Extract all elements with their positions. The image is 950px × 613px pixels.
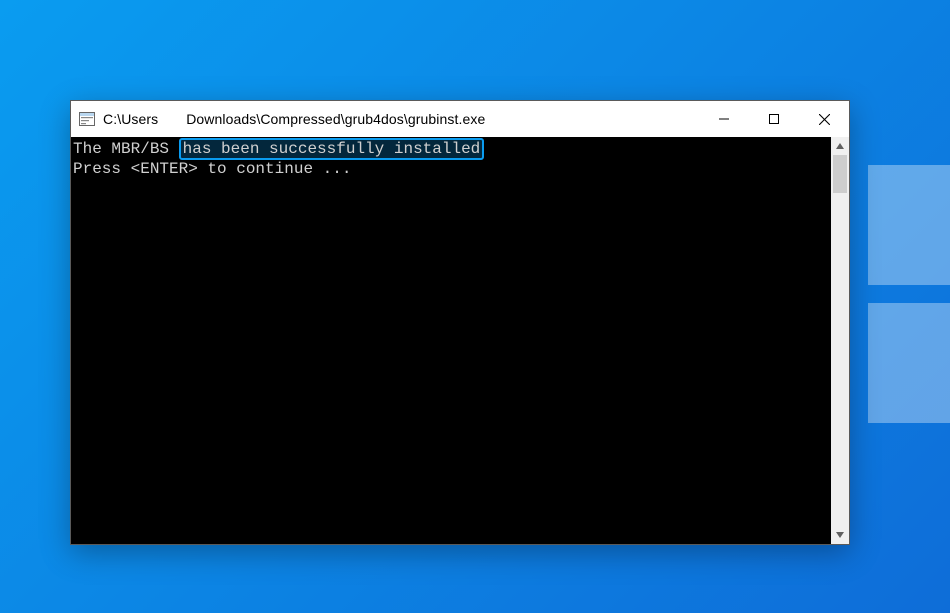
scroll-track[interactable] <box>831 155 849 526</box>
client-area: The MBR/BS has been successfully install… <box>71 137 849 544</box>
maximize-button[interactable] <box>749 101 799 137</box>
window-title: C:\Users Downloads\Compressed\grub4dos\g… <box>103 111 485 127</box>
terminal-output[interactable]: The MBR/BS has been successfully install… <box>71 137 831 544</box>
console-window: C:\Users Downloads\Compressed\grub4dos\g… <box>70 100 850 545</box>
window-controls <box>699 101 849 137</box>
scroll-up-button[interactable] <box>831 137 849 155</box>
scroll-down-button[interactable] <box>831 526 849 544</box>
scroll-thumb[interactable] <box>833 155 847 193</box>
minimize-button[interactable] <box>699 101 749 137</box>
cmd-icon <box>79 111 95 127</box>
titlebar[interactable]: C:\Users Downloads\Compressed\grub4dos\g… <box>71 101 849 137</box>
vertical-scrollbar[interactable] <box>831 137 849 544</box>
close-button[interactable] <box>799 101 849 137</box>
output-line-2: Press <ENTER> to continue ... <box>73 160 351 178</box>
output-line-1: The MBR/BS has been successfully install… <box>73 138 484 160</box>
highlighted-text: has been successfully installed <box>179 138 485 160</box>
